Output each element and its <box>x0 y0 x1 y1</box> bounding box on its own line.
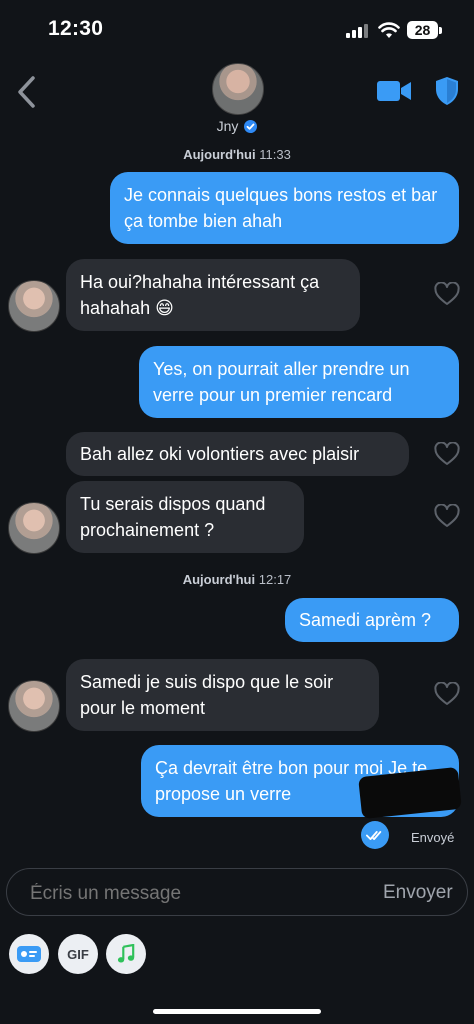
battery-icon: 28 <box>407 21 438 39</box>
sent-status-label: Envoyé <box>411 830 455 845</box>
gif-label: GIF <box>67 946 89 962</box>
sender-avatar[interactable] <box>8 680 60 732</box>
timestamp: Aujourd'hui 12:17 <box>182 572 292 587</box>
status-time: 12:30 <box>48 17 104 40</box>
timestamp: Aujourd'hui 11:33 <box>183 147 291 162</box>
profile-name-row[interactable]: Jny <box>200 116 274 136</box>
profile-name: Jny <box>216 118 239 134</box>
contact-card-icon <box>17 946 41 962</box>
wifi-icon <box>378 22 400 38</box>
message-bubble-received[interactable]: Bah allez oki volontiers avec plaisir <box>66 432 409 476</box>
music-note-icon <box>117 944 135 963</box>
message-bubble-received[interactable]: Samedi je suis dispo que le soir pour le… <box>66 659 379 731</box>
sender-avatar[interactable] <box>8 502 60 554</box>
message-bubble-sent[interactable]: Yes, on pourrait aller prendre un verre … <box>139 346 459 418</box>
message-bubble-received[interactable]: Ha oui?hahaha intéressant ça hahahah 😄 <box>66 259 360 331</box>
verified-icon <box>244 119 258 133</box>
message-bubble-received[interactable]: Tu serais dispos quand prochainement ? <box>66 481 304 553</box>
home-indicator[interactable] <box>153 1009 321 1014</box>
heart-icon[interactable] <box>434 282 460 306</box>
send-button[interactable]: Envoyer <box>383 880 453 906</box>
battery-tip <box>439 27 442 34</box>
sender-avatar[interactable] <box>8 280 60 332</box>
read-receipt-icon <box>361 821 389 849</box>
video-call-icon[interactable] <box>376 79 412 103</box>
heart-icon[interactable] <box>434 442 460 466</box>
message-bubble-sent[interactable]: Samedi aprèm ? <box>285 598 459 642</box>
gif-button[interactable]: GIF <box>58 934 98 974</box>
profile-avatar[interactable] <box>212 63 264 115</box>
heart-icon[interactable] <box>434 504 460 528</box>
message-bubble-sent[interactable]: Je connais quelques bons restos et bar ç… <box>110 172 459 244</box>
contact-card-button[interactable] <box>9 934 49 974</box>
heart-icon[interactable] <box>434 682 460 706</box>
signal-icon <box>346 24 370 38</box>
message-input[interactable] <box>28 880 332 908</box>
back-button[interactable] <box>14 75 40 109</box>
music-button[interactable] <box>106 934 146 974</box>
shield-icon[interactable] <box>434 76 460 106</box>
